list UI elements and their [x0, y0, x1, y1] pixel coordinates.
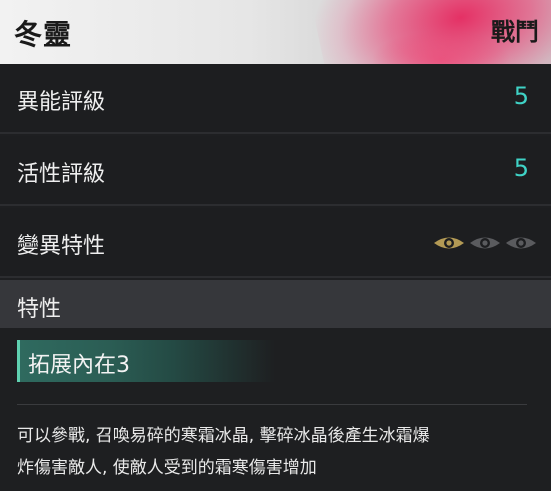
mutation-eyes — [433, 234, 537, 252]
eye-icon-inactive — [470, 237, 500, 249]
trait-badge[interactable]: 拓展內在3 — [17, 340, 275, 382]
eye-icon-inactive — [506, 237, 536, 249]
description-line: 可以參戰, 召喚易碎的寒霜冰晶, 擊碎冰晶後產生冰霜爆 — [17, 426, 430, 446]
role-tag: 戰鬥 — [491, 18, 539, 46]
mutation-label: 變異特性 — [17, 234, 106, 259]
stat-label: 異能評級 — [17, 90, 106, 115]
stat-row-activity-rating: 活性評級 5 — [0, 136, 551, 206]
stat-row-mutation: 變異特性 — [0, 208, 551, 278]
character-name: 冬靈 — [14, 18, 73, 51]
stat-value: 5 — [513, 82, 529, 110]
stat-label: 活性評級 — [17, 162, 106, 187]
description-line: 炸傷害敵人, 使敵人受到的霜寒傷害增加 — [17, 458, 317, 478]
header-splash-accent — [371, 30, 511, 64]
eye-icon-active — [434, 237, 464, 249]
traits-section-header: 特性 — [0, 280, 551, 328]
stat-value: 5 — [513, 154, 529, 182]
divider — [17, 404, 527, 405]
stat-row-psi-rating: 異能評級 5 — [0, 64, 551, 134]
skill-description: 可以參戰, 召喚易碎的寒霜冰晶, 擊碎冰晶後產生冰霜爆 炸傷害敵人, 使敵人受到… — [17, 420, 537, 484]
trait-name: 拓展內在3 — [28, 353, 130, 378]
card-header: 冬靈 戰鬥 — [0, 0, 551, 64]
traits-section-title: 特性 — [17, 297, 62, 322]
